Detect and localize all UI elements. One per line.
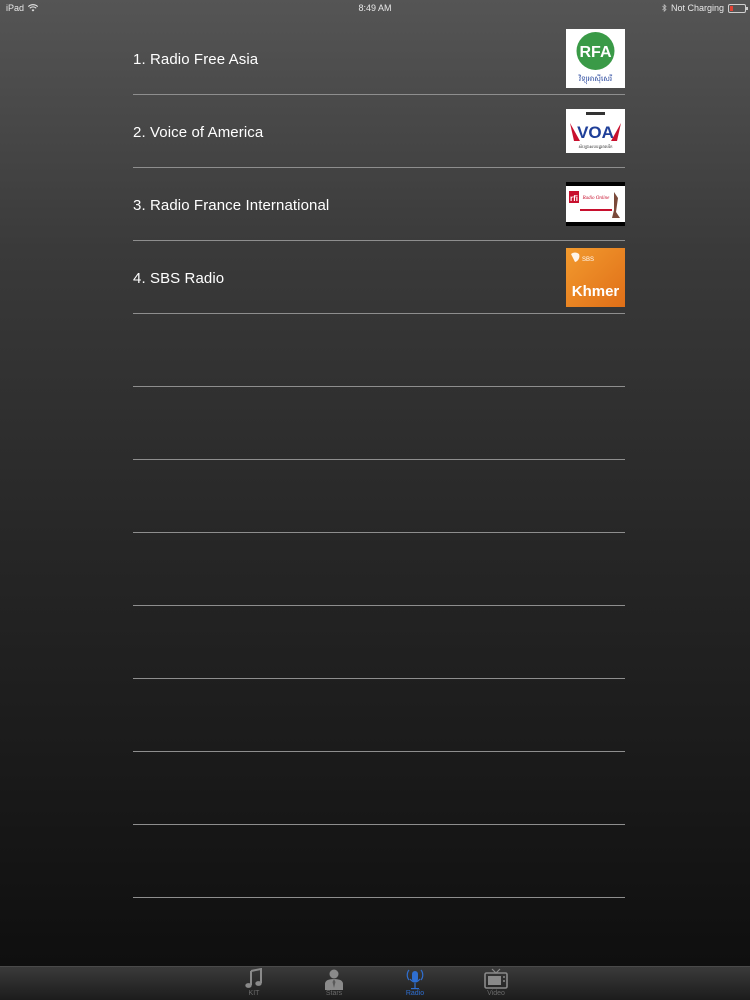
status-right: Not Charging [662, 3, 748, 13]
tab-kit[interactable]: KIT [224, 967, 284, 1000]
rfi-logo-subtext: Radio Online [582, 196, 611, 201]
station-row-rfa[interactable]: 1. Radio Free Asia RFA វិទ្យុអាស៊ីសេរី [133, 22, 625, 95]
tab-label: Radio [405, 990, 425, 997]
empty-row [133, 314, 625, 387]
tab-label: Video [487, 990, 505, 997]
station-row-voa[interactable]: 2. Voice of America VOA សំឡេងសហរដ្ឋអាមេរ… [133, 95, 625, 168]
tab-label: Stars [325, 990, 343, 997]
station-label: 1. Radio Free Asia [133, 51, 259, 68]
rfi-logo-graphic: rfi Radio Online [566, 182, 625, 226]
tab-radio[interactable]: Radio [385, 967, 445, 1000]
station-list: 1. Radio Free Asia RFA វិទ្យុអាស៊ីសេរី 2… [133, 22, 625, 898]
empty-row [133, 460, 625, 533]
rfa-logo-text: RFA [580, 44, 612, 61]
rfa-logo-graphic: RFA វិទ្យុអាស៊ីសេរី [566, 29, 625, 88]
station-label: 3. Radio France International [133, 197, 330, 214]
tab-stars[interactable]: Stars [304, 967, 364, 1000]
voa-logo: VOA សំឡេងសហរដ្ឋអាមេរិក [566, 109, 625, 153]
status-bar: iPad 8:49 AM Not Charging [0, 0, 750, 16]
rfi-logo: rfi Radio Online [566, 182, 625, 226]
empty-row [133, 752, 625, 825]
battery-icon [728, 3, 748, 13]
empty-row [133, 533, 625, 606]
voa-logo-text: VOA [577, 123, 614, 142]
empty-row [133, 606, 625, 679]
station-row-rfi[interactable]: 3. Radio France International rfi Radio … [133, 168, 625, 241]
charging-status: Not Charging [670, 3, 724, 13]
rfi-logo-text: rfi [570, 194, 578, 203]
voa-logo-subtext: សំឡេងសហរដ្ឋអាមេរិក [578, 144, 613, 149]
person-icon [325, 969, 343, 990]
station-row-sbs[interactable]: 4. SBS Radio SBS Khmer [133, 241, 625, 314]
empty-row [133, 679, 625, 752]
sbs-logo-text: Khmer [572, 283, 620, 300]
empty-row [133, 387, 625, 460]
empty-row [133, 825, 625, 898]
sbs-logo: SBS Khmer [566, 248, 625, 307]
status-time: 8:49 AM [358, 3, 392, 13]
station-label: 4. SBS Radio [133, 270, 225, 287]
station-label: 2. Voice of America [133, 124, 264, 141]
voa-logo-graphic: VOA សំឡេងសហរដ្ឋអាមេរិក [566, 109, 625, 153]
sbs-logo-graphic: SBS Khmer [566, 248, 625, 307]
tab-bar: KIT Stars Radio Video [0, 966, 750, 1000]
sbs-logo-subtext: SBS [582, 257, 594, 263]
bluetooth-icon [662, 4, 667, 12]
rfa-logo: RFA វិទ្យុអាស៊ីសេរី [566, 29, 625, 88]
microphone-icon [406, 969, 424, 990]
tab-video[interactable]: Video [466, 967, 526, 1000]
tv-icon [484, 968, 508, 989]
tab-label: KIT [248, 990, 260, 997]
music-note-icon [245, 968, 262, 988]
